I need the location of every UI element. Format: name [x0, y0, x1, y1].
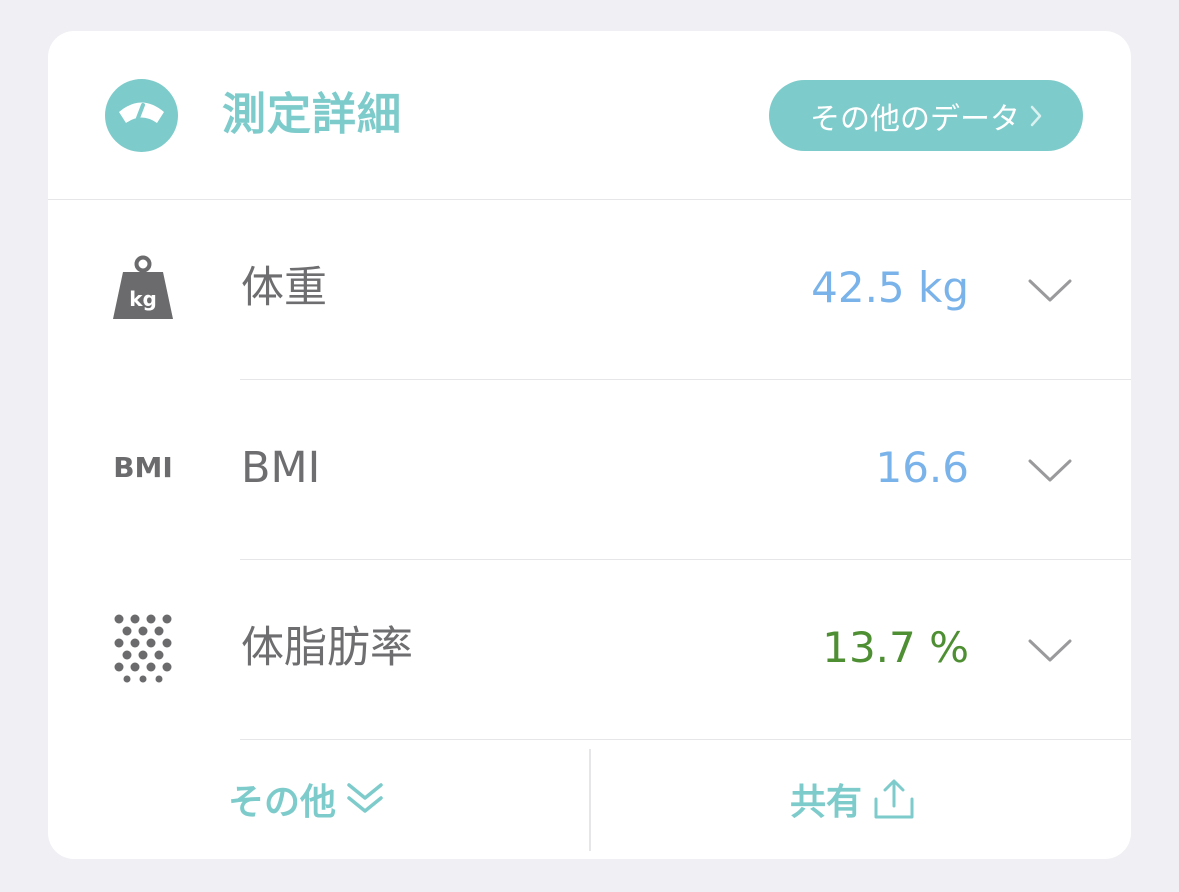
- row-label: 体脂肪率: [241, 623, 413, 673]
- double-chevron-down-icon: [347, 783, 383, 813]
- other-button[interactable]: その他: [228, 769, 384, 829]
- svg-text:kg: kg: [129, 287, 157, 311]
- card-footer: その他 共有: [48, 739, 1131, 859]
- row-weight[interactable]: kg 体重 42.5 kg: [48, 200, 1131, 380]
- other-button-label: その他: [228, 782, 337, 823]
- row-value: 42.5 kg: [811, 263, 969, 312]
- share-button[interactable]: 共有: [790, 769, 916, 829]
- footer-divider: [589, 749, 591, 851]
- more-data-button[interactable]: その他のデータ: [769, 80, 1083, 151]
- more-data-button-label: その他のデータ: [810, 101, 1020, 137]
- page-title: 測定詳細: [222, 89, 402, 140]
- row-label: 体重: [241, 263, 327, 313]
- weight-kg-icon: kg: [108, 252, 178, 322]
- row-body-fat[interactable]: 体脂肪率 13.7 %: [48, 560, 1131, 740]
- share-icon: [874, 779, 914, 819]
- chevron-down-icon[interactable]: [1028, 458, 1072, 484]
- bmi-icon: BMI: [113, 450, 173, 484]
- chevron-down-icon[interactable]: [1028, 638, 1072, 664]
- card-header: 測定詳細 その他のデータ: [48, 31, 1131, 200]
- row-bmi[interactable]: BMI BMI 16.6: [48, 380, 1131, 560]
- scale-gauge-icon: [105, 79, 178, 152]
- share-button-label: 共有: [790, 782, 863, 823]
- row-label: BMI: [241, 443, 321, 493]
- chevron-right-icon: [1030, 105, 1042, 126]
- row-value: 16.6: [875, 443, 969, 492]
- row-value: 13.7 %: [822, 623, 969, 672]
- measurement-card: 測定詳細 その他のデータ kg 体重 42.5 kg BMI BMI 16.6 …: [48, 31, 1131, 859]
- body-fat-dots-icon: [108, 612, 178, 683]
- chevron-down-icon[interactable]: [1028, 278, 1072, 304]
